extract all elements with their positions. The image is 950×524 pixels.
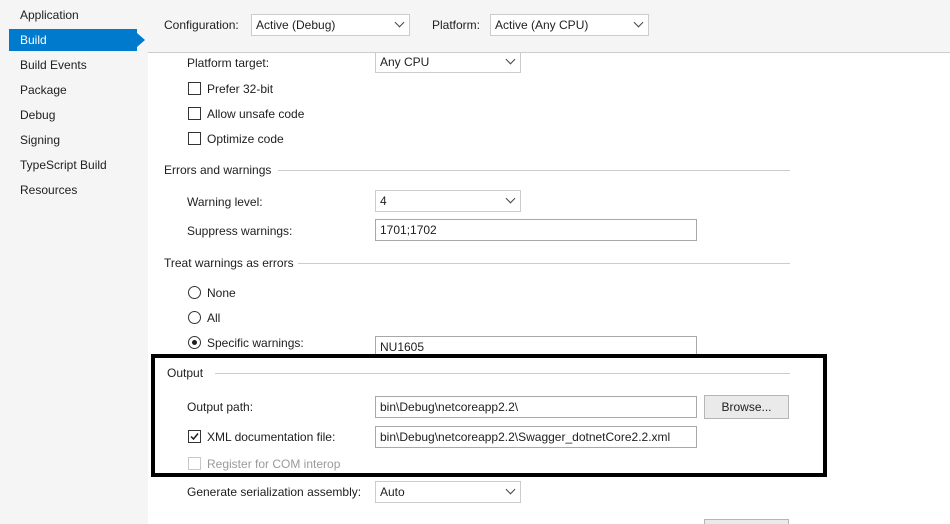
- optimize-code-checkbox[interactable]: [188, 132, 201, 145]
- output-section-title: Output: [167, 366, 204, 380]
- sidebar-item-resources[interactable]: Resources: [9, 179, 137, 201]
- chevron-down-icon: [505, 193, 516, 204]
- treat-specific-radio[interactable]: [188, 336, 201, 349]
- platform-target-label: Platform target:: [187, 56, 270, 70]
- output-path-label: Output path:: [187, 400, 254, 414]
- xml-documentation-label: XML documentation file:: [207, 430, 336, 444]
- platform-dropdown[interactable]: Active (Any CPU): [490, 14, 649, 36]
- sidebar-item-debug[interactable]: Debug: [9, 104, 137, 126]
- sidebar-item-build[interactable]: Build: [9, 29, 137, 51]
- chevron-down-icon: [633, 17, 644, 28]
- suppress-warnings-input[interactable]: 1701;1702: [375, 219, 697, 241]
- configuration-value: Active (Debug): [256, 18, 336, 32]
- treat-none-label: None: [207, 286, 236, 300]
- sidebar-item-build-events[interactable]: Build Events: [9, 54, 137, 76]
- configuration-label: Configuration:: [164, 18, 239, 32]
- section-divider: [278, 170, 790, 171]
- browse-button[interactable]: Browse...: [704, 395, 789, 419]
- output-path-input[interactable]: bin\Debug\netcoreapp2.2\: [375, 396, 697, 418]
- platform-value: Active (Any CPU): [495, 18, 589, 32]
- section-divider: [298, 263, 790, 264]
- radio-selected-dot-icon: [192, 340, 197, 345]
- register-com-checkbox[interactable]: [188, 457, 201, 470]
- warning-level-dropdown[interactable]: 4: [375, 190, 521, 212]
- treat-none-radio[interactable]: [188, 286, 201, 299]
- register-com-label: Register for COM interop: [207, 457, 341, 471]
- platform-target-dropdown[interactable]: Any CPU: [375, 53, 521, 73]
- treat-warnings-section-title: Treat warnings as errors: [164, 256, 294, 270]
- platform-label: Platform:: [432, 18, 481, 32]
- xml-documentation-checkbox[interactable]: [188, 430, 201, 443]
- sidebar-item-package[interactable]: Package: [9, 79, 137, 101]
- prefer-32bit-checkbox[interactable]: [188, 82, 201, 95]
- treat-all-radio[interactable]: [188, 311, 201, 324]
- serialization-label: Generate serialization assembly:: [187, 485, 362, 499]
- sidebar-item-typescript-build[interactable]: TypeScript Build: [9, 154, 137, 176]
- xml-documentation-input[interactable]: bin\Debug\netcoreapp2.2\Swagger_dotnetCo…: [375, 426, 697, 448]
- allow-unsafe-checkbox[interactable]: [188, 107, 201, 120]
- warning-level-label: Warning level:: [187, 195, 263, 209]
- sidebar-item-application[interactable]: Application: [9, 4, 137, 26]
- checkmark-icon: [190, 433, 199, 441]
- optimize-code-label: Optimize code: [207, 132, 284, 146]
- chevron-down-icon: [394, 17, 405, 28]
- chevron-down-icon: [505, 484, 516, 495]
- chevron-down-icon: [505, 54, 516, 65]
- platform-target-value: Any CPU: [380, 55, 430, 69]
- sidebar-item-signing[interactable]: Signing: [9, 129, 137, 151]
- serialization-value: Auto: [380, 485, 405, 499]
- treat-specific-label: Specific warnings:: [207, 336, 304, 350]
- prefer-32bit-label: Prefer 32-bit: [207, 82, 274, 96]
- treat-all-label: All: [207, 311, 221, 325]
- section-divider: [215, 373, 790, 374]
- warning-level-value: 4: [380, 194, 387, 208]
- active-indicator-arrow-icon: [137, 33, 145, 47]
- errors-section-title: Errors and warnings: [164, 163, 272, 177]
- advanced-button-partial[interactable]: [704, 519, 789, 524]
- configuration-dropdown[interactable]: Active (Debug): [251, 14, 410, 36]
- sidebar: Application Build Build Events Package D…: [0, 0, 148, 524]
- allow-unsafe-label: Allow unsafe code: [207, 107, 305, 121]
- serialization-dropdown[interactable]: Auto: [375, 481, 521, 503]
- suppress-warnings-label: Suppress warnings:: [187, 224, 293, 238]
